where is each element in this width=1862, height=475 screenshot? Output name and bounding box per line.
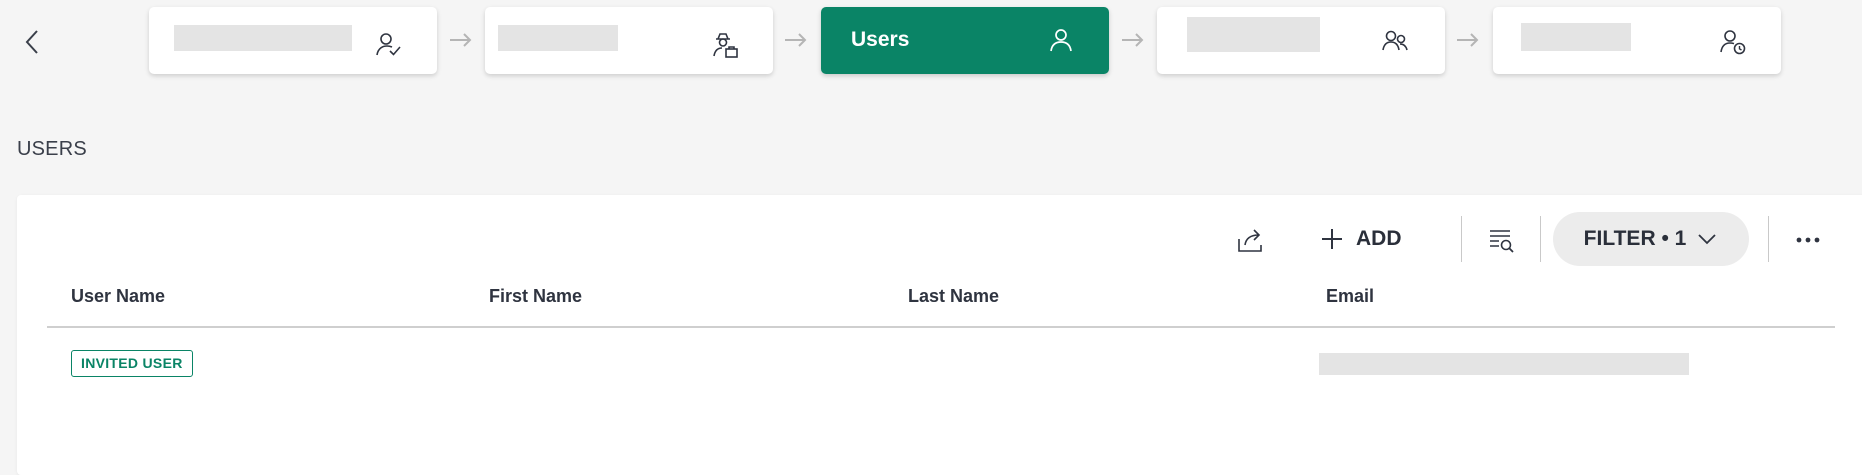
step-4[interactable] (1157, 7, 1445, 74)
column-header-first-name[interactable]: First Name (489, 286, 582, 307)
user-check-icon (376, 33, 401, 56)
step-2[interactable] (485, 7, 773, 74)
column-header-last-name[interactable]: Last Name (908, 286, 999, 307)
step-5[interactable] (1493, 7, 1781, 74)
column-header-user-name[interactable]: User Name (71, 286, 165, 307)
user-icon (1050, 29, 1072, 52)
toolbar-divider-2 (1540, 216, 1541, 262)
step-5-label-placeholder (1521, 23, 1631, 51)
toolbar-divider-3 (1768, 216, 1769, 262)
users-group-icon (1382, 30, 1408, 51)
chevron-left-icon (25, 30, 38, 54)
toolbar-divider-1 (1461, 216, 1462, 262)
chevron-down-icon (1698, 234, 1716, 245)
share-export-icon (1238, 229, 1262, 252)
add-button[interactable]: ADD (1320, 215, 1402, 263)
step-2-label-placeholder (498, 25, 618, 51)
email-cell-placeholder (1319, 353, 1689, 375)
step-arrow-4 (1457, 33, 1479, 47)
user-clock-icon (1720, 30, 1746, 55)
column-header-email[interactable]: Email (1326, 286, 1374, 307)
step-1-label-placeholder (174, 25, 352, 51)
back-button[interactable] (18, 28, 46, 56)
step-3-users[interactable]: Users (821, 7, 1109, 74)
plus-icon (1322, 229, 1342, 249)
invited-user-badge: INVITED USER (71, 350, 193, 377)
more-options-button[interactable] (1792, 226, 1824, 254)
section-title: USERS (17, 138, 87, 160)
filter-button[interactable]: FILTER • 1 (1553, 212, 1749, 266)
search-list-button[interactable] (1485, 224, 1517, 256)
list-search-icon (1490, 230, 1514, 253)
step-1[interactable] (149, 7, 437, 74)
add-button-label: ADD (1356, 227, 1402, 250)
user-incognito-briefcase-icon (713, 33, 738, 58)
step-arrow-3 (1122, 33, 1144, 47)
export-button[interactable] (1232, 222, 1268, 258)
filter-button-label: FILTER • 1 (1583, 227, 1687, 250)
step-3-label: Users (851, 28, 910, 51)
step-arrow-1 (450, 33, 472, 47)
table-header-divider (47, 326, 1835, 328)
step-4-label-placeholder (1187, 17, 1320, 52)
more-horizontal-icon (1796, 237, 1820, 243)
step-arrow-2 (785, 33, 807, 47)
